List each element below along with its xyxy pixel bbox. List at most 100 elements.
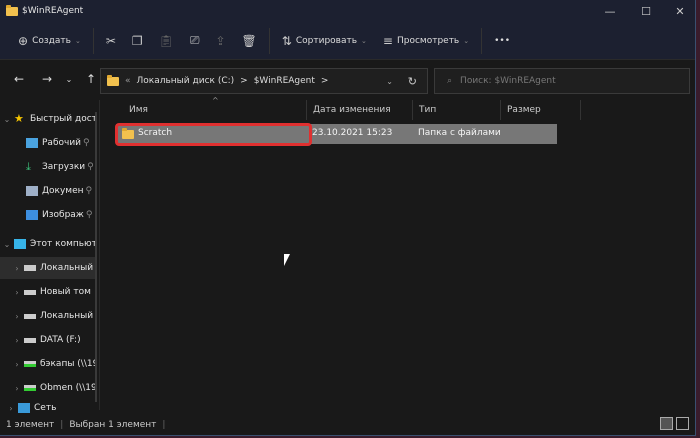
sidebar-item-network-drive[interactable]: › Obmen (\\19 [0,377,96,399]
search-icon: ⌕ [447,76,453,86]
folder-icon [6,4,18,16]
sidebar-item-downloads[interactable]: ⤓ Загрузки ⚲ [0,156,96,178]
refresh-icon[interactable]: ↻ [408,75,417,88]
back-button[interactable]: ← [8,72,30,86]
sidebar-item-desktop[interactable]: Рабочий ⚲ [0,132,96,154]
rename-button[interactable]: ⎚ [182,28,208,54]
search-placeholder: Поиск: $WinREAgent [460,76,556,86]
more-button[interactable]: ••• [486,28,518,54]
column-headers: Имя ^ Дата изменения Тип Размер [100,96,690,120]
pin-icon: ⚲ [85,210,93,220]
list-icon: ≡ [382,33,393,48]
minimize-button[interactable]: — [596,2,624,20]
sort-button[interactable]: ⇅ Сортировать ⌄ [274,28,375,54]
label: Изображ [42,210,84,220]
status-bar: 1 элемент | Выбран 1 элемент | [6,420,165,430]
breadcrumb-folder[interactable]: $WinREAgent [254,76,315,86]
command-bar: ⊕ Создать ⌄ ✂ ❐ 📋︎ ⎚ ⇪ 🗑︎ ⇅ Сортировать ⌄ ≡ П… [0,22,695,60]
sidebar-scrollbar[interactable] [95,112,97,402]
view-button[interactable]: ≡ Просмотреть ⌄ [375,28,477,54]
sidebar-item-drive-f[interactable]: › DATA (F:) [0,329,96,351]
breadcrumb-drive[interactable]: Локальный диск (C:) [137,76,235,86]
sidebar-item-drive[interactable]: › Локальный [0,305,96,327]
recent-button[interactable]: ⌄ [58,75,80,84]
sidebar-item-network-drive[interactable]: › бэкапы (\\19 [0,353,96,375]
drive-icon [24,337,36,343]
share-button[interactable]: ⇪ [207,28,233,54]
share-icon: ⇪ [215,33,226,48]
create-label: Создать [32,35,71,46]
column-size[interactable]: Размер [501,100,581,120]
pin-icon: ⚲ [85,186,93,196]
sidebar-item-drive-c[interactable]: › Локальный [0,257,96,279]
file-explorer-window: $WinREAgent — ☐ ✕ ⊕ Создать ⌄ ✂ ❐ 📋︎ ⎚ ⇪ 🗑… [0,0,696,436]
divider [481,27,483,54]
network-icon [18,403,30,413]
forward-button[interactable]: → [36,72,58,86]
chevron-right-icon[interactable]: › [10,312,24,321]
paste-button[interactable]: 📋︎ [151,28,182,54]
close-button[interactable]: ✕ [666,2,694,20]
drive-icon [24,265,36,271]
network-drive-icon [24,385,36,391]
title-bar: $WinREAgent [0,0,695,22]
label: Локальный [40,263,94,273]
drive-icon [24,313,36,319]
file-date: 23.10.2021 15:23 [312,128,393,138]
sidebar-item-pictures[interactable]: Изображ ⚲ [0,204,96,226]
divider [268,27,270,54]
address-dropdown-icon[interactable]: ⌄ [386,77,393,86]
label: Загрузки [42,162,86,172]
breadcrumb-separator[interactable]: > [240,76,248,86]
pin-icon: ⚲ [83,138,90,148]
sidebar-item-this-pc[interactable]: ⌄ Этот компьют [0,233,96,255]
chevron-right-icon[interactable]: › [10,384,24,393]
maximize-button[interactable]: ☐ [632,2,660,20]
chevron-down-icon: ⌄ [361,36,367,45]
search-box[interactable]: ⌕ Поиск: $WinREAgent [434,68,690,94]
chevron-right-icon[interactable]: › [10,288,24,297]
copy-button[interactable]: ❐ [124,28,151,54]
address-bar[interactable]: « Локальный диск (C:) > $WinREAgent > ⌄ … [100,68,428,94]
label: Локальный [40,311,94,321]
column-type[interactable]: Тип [413,100,501,120]
sidebar-item-network[interactable]: › Сеть [0,402,96,414]
pin-icon: ⚲ [87,162,94,172]
window-title: $WinREAgent [22,6,84,16]
label: DATA (F:) [40,335,81,345]
large-icons-view-button[interactable] [676,417,689,430]
sort-ascending-icon: ^ [212,96,219,105]
sort-label: Сортировать [295,35,358,46]
drive-icon [24,289,36,295]
create-button[interactable]: ⊕ Создать ⌄ [10,28,89,54]
sidebar-item-drive[interactable]: › Новый том [0,281,96,303]
up-button[interactable]: ↑ [80,72,102,86]
chevron-right-icon[interactable]: › [10,336,24,345]
overflow-crumbs[interactable]: « [125,76,131,86]
column-date[interactable]: Дата изменения [307,100,413,120]
sidebar-item-documents[interactable]: Докумен ⚲ [0,180,96,202]
chevron-down-icon[interactable]: ⌄ [0,240,14,249]
selection-count: Выбран 1 элемент [69,420,157,430]
navigation-pane: ⌄ ★ Быстрый дост Рабочий ⚲ ⤓ Загрузки ⚲ Докум… [0,100,100,413]
chevron-right-icon[interactable]: › [4,404,18,413]
desktop-icon [26,138,38,148]
chevron-right-icon[interactable]: › [10,360,24,369]
label: Рабочий [42,138,82,148]
delete-button[interactable]: 🗑︎ [234,28,265,54]
network-drive-icon [24,361,36,367]
chevron-down-icon[interactable]: ⌄ [0,115,14,124]
divider: | [162,420,166,430]
cut-button[interactable]: ✂ [98,28,124,54]
details-view-button[interactable] [660,417,673,430]
computer-icon [14,239,26,249]
sidebar-item-quick-access[interactable]: ⌄ ★ Быстрый дост [0,108,96,130]
mouse-cursor [284,254,290,266]
rename-icon: ⎚ [189,33,200,47]
chevron-right-icon[interactable]: › [10,264,24,273]
document-icon [26,186,38,196]
copy-icon: ❐ [131,33,143,48]
label: Obmen (\\19 [40,383,96,393]
breadcrumb-separator[interactable]: > [321,76,329,86]
download-icon: ⤓ [26,160,31,173]
